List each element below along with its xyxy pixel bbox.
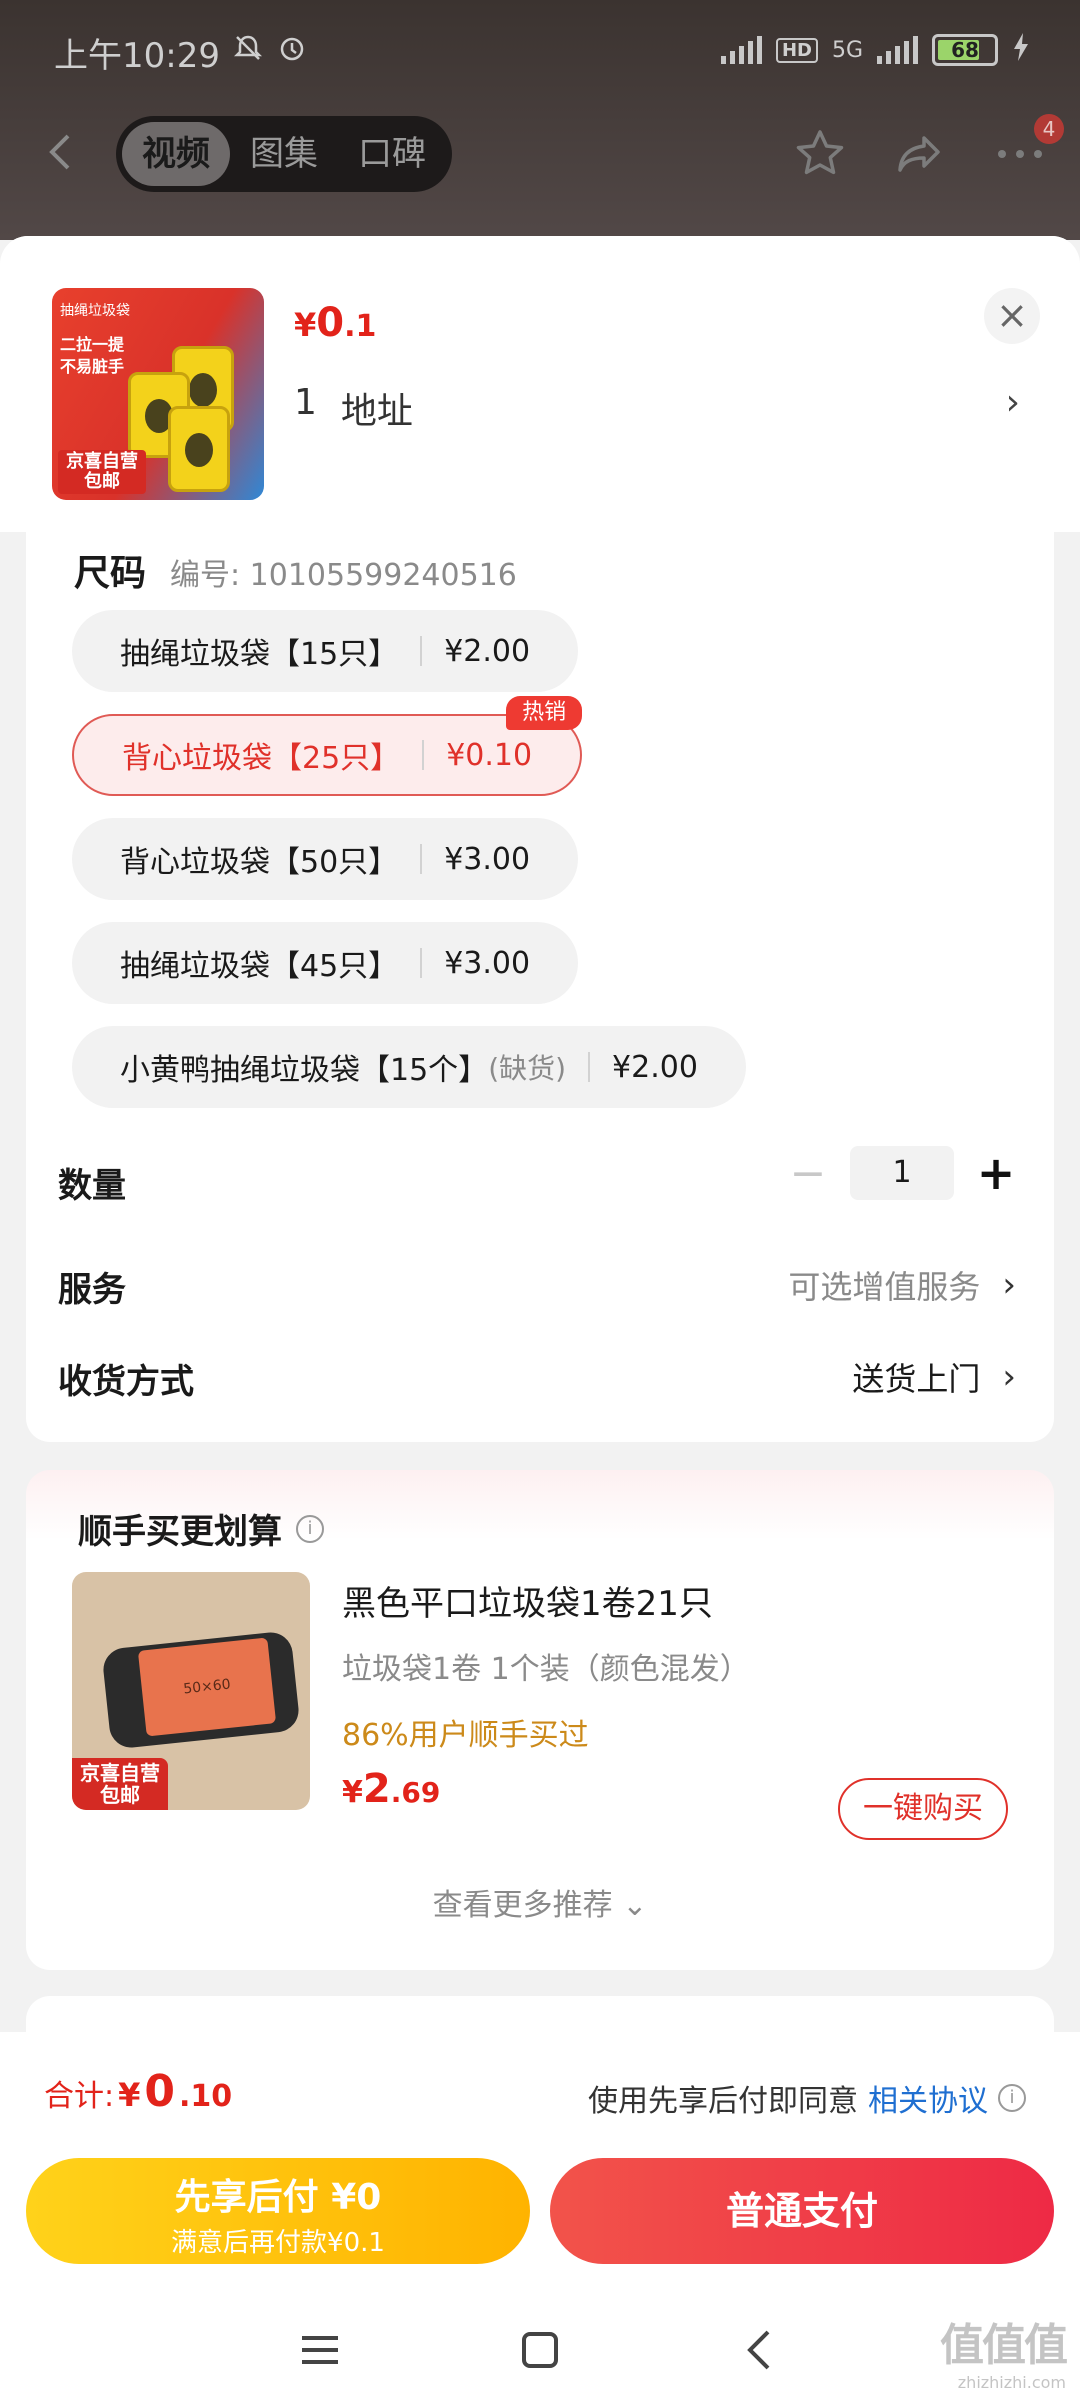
- signal-icon: [720, 36, 762, 64]
- delivery-value: 送货上门: [852, 1360, 981, 1398]
- chevron-right-icon[interactable]: ›: [1006, 382, 1020, 423]
- notification-badge: 4: [1034, 114, 1064, 144]
- background-page: 上午10:29 HD 5G 68 视频 图集 口碑 4: [0, 0, 1080, 240]
- chevron-down-icon: ⌄: [622, 1888, 648, 1923]
- sku-name: 背心垃圾袋【50只】: [120, 845, 399, 880]
- spec-card: 尺码 编号: 10105599240516 抽绳垃圾袋【15只】 ¥2.00 背…: [26, 532, 1054, 1442]
- thumb-slogan: 二拉一提 不易脏手: [60, 335, 125, 376]
- reco-product-image[interactable]: 50×60 京喜自营 包邮: [72, 1572, 310, 1810]
- delivery-label: 收货方式: [58, 1362, 194, 1402]
- free-shipping-badge: 京喜自营 包邮: [72, 1758, 168, 1810]
- agreement-link[interactable]: 相关协议: [868, 2076, 988, 2120]
- status-indicators: HD 5G 68: [720, 32, 1030, 68]
- sku-option[interactable]: 抽绳垃圾袋【15只】 ¥2.00: [72, 610, 579, 692]
- info-icon[interactable]: i: [296, 1514, 324, 1543]
- more-menu-icon[interactable]: 4: [990, 114, 1064, 184]
- sku-option[interactable]: 抽绳垃圾袋【45只】 ¥3.00: [72, 922, 579, 1004]
- media-tabs: 视频 图集 口碑: [116, 116, 452, 192]
- favorite-star-icon[interactable]: [790, 124, 850, 184]
- sku-price: ¥2.00: [444, 633, 531, 669]
- sku-name: 抽绳垃圾袋【45只】: [120, 949, 399, 984]
- close-button[interactable]: ×: [984, 288, 1040, 344]
- total-label: 合计:: [44, 2079, 115, 2114]
- sku-price: ¥3.00: [444, 945, 531, 981]
- menu-icon[interactable]: [290, 2320, 350, 2380]
- sku-option-out-of-stock[interactable]: 小黄鸭抽绳垃圾袋【15个】 (缺货) ¥2.00: [72, 1026, 746, 1108]
- service-value: 可选增值服务: [788, 1268, 981, 1306]
- hot-sale-tag: 热销: [506, 696, 583, 730]
- service-selector[interactable]: 可选增值服务 ›: [788, 1262, 1016, 1308]
- info-icon[interactable]: i: [998, 2084, 1026, 2112]
- order-total: 合计: ¥0.10: [44, 2066, 233, 2117]
- chevron-right-icon: ›: [1002, 1265, 1016, 1305]
- address-count: 1: [294, 382, 317, 423]
- reco-header: 顺手买更划算 i: [78, 1504, 324, 1553]
- quantity-increase-button[interactable]: +: [976, 1146, 1016, 1200]
- sku-option-selected[interactable]: 背心垃圾袋【25只】 ¥0.10 热销: [72, 696, 583, 796]
- sku-name: 小黄鸭抽绳垃圾袋【15个】: [120, 1053, 489, 1088]
- normal-pay-button[interactable]: 普通支付: [550, 2158, 1054, 2264]
- product-code: 编号: 10105599240516: [170, 558, 517, 593]
- battery-icon: 68: [932, 34, 998, 66]
- signal-5g-icon: [877, 36, 918, 64]
- back-button[interactable]: [40, 122, 100, 186]
- sku-option[interactable]: 背心垃圾袋【50只】 ¥3.00: [72, 818, 579, 900]
- site-watermark: 值值值 zhizhizhi.com: [940, 2320, 1068, 2392]
- address-selector[interactable]: 1 地址: [294, 382, 1034, 434]
- agreement-text: 使用先享后付即同意: [588, 2084, 858, 2119]
- back-icon[interactable]: [730, 2320, 790, 2380]
- pay-later-button[interactable]: 先享后付 ¥0 满意后再付款¥0.1: [26, 2158, 530, 2264]
- status-bar: 上午10:29 HD 5G 68: [0, 0, 1080, 100]
- reco-buyer-stat: 86%用户顺手买过: [342, 1718, 589, 1753]
- trash-bag-roll-image: [168, 406, 230, 492]
- network-type: 5G: [831, 37, 863, 63]
- selected-price: ¥0.1: [294, 300, 377, 346]
- clock: 上午10:29: [54, 36, 220, 76]
- quantity-label: 数量: [58, 1166, 126, 1206]
- sku-price: ¥2.00: [612, 1049, 698, 1085]
- free-shipping-badge: 京喜自营 包邮: [58, 450, 146, 494]
- checkout-bar: 合计: ¥0.10 使用先享后付即同意 相关协议 i 先享后付 ¥0 满意后再付款…: [0, 2032, 1080, 2400]
- quantity-stepper: − 1 +: [788, 1146, 1016, 1200]
- hd-badge: HD: [775, 37, 818, 63]
- address-label: 地址: [340, 391, 413, 432]
- quantity-decrease-button[interactable]: −: [788, 1148, 828, 1199]
- sku-stock-status: (缺货): [488, 1052, 567, 1085]
- reco-product-name[interactable]: 黑色平口垃圾袋1卷21只: [342, 1576, 713, 1625]
- share-icon[interactable]: [890, 124, 950, 184]
- alarm-icon: [276, 32, 308, 73]
- agreement-notice: 使用先享后付即同意 相关协议 i: [588, 2076, 1026, 2120]
- chevron-right-icon: ›: [1002, 1357, 1016, 1397]
- one-click-buy-button[interactable]: 一键购买: [838, 1778, 1008, 1840]
- tab-reviews[interactable]: 口碑: [338, 122, 446, 186]
- more-recommendations-link[interactable]: 查看更多推荐 ⌄: [26, 1880, 1054, 1924]
- home-icon[interactable]: [510, 2320, 570, 2380]
- reco-title: 顺手买更划算: [78, 1512, 282, 1552]
- system-nav-bar: [0, 2300, 1080, 2400]
- product-nav-bar: 视频 图集 口碑 4: [0, 112, 1080, 198]
- sku-price: ¥0.10: [446, 737, 533, 773]
- product-thumbnail[interactable]: 抽绳垃圾袋 二拉一提 不易脏手 京喜自营 包邮: [52, 288, 264, 500]
- sku-name: 抽绳垃圾袋【15只】: [120, 637, 399, 672]
- delivery-selector[interactable]: 送货上门 ›: [852, 1354, 1016, 1400]
- tab-gallery[interactable]: 图集: [230, 122, 338, 186]
- service-label: 服务: [58, 1270, 126, 1310]
- mute-icon: [232, 32, 264, 73]
- reco-product-spec: 垃圾袋1卷 1个装（颜色混发）: [342, 1652, 750, 1687]
- tab-video[interactable]: 视频: [122, 122, 230, 186]
- nav-actions: 4: [790, 114, 1064, 184]
- charging-icon: [1012, 32, 1030, 68]
- recommendation-card: 顺手买更划算 i 50×60 京喜自营 包邮 黑色平口垃圾袋1卷21只 垃圾袋1卷…: [26, 1470, 1054, 1970]
- sku-name: 背心垃圾袋【25只】: [122, 741, 401, 776]
- sheet-header: 抽绳垃圾袋 二拉一提 不易脏手 京喜自营 包邮 ¥0.1 1 地址 › ×: [0, 236, 1080, 532]
- status-time-group: 上午10:29: [54, 28, 308, 77]
- battery-level: 68: [951, 38, 979, 62]
- reco-price: ¥2.69: [342, 1766, 441, 1812]
- quantity-input[interactable]: 1: [850, 1146, 954, 1200]
- sku-price: ¥3.00: [444, 841, 531, 877]
- spec-title: 尺码: [74, 553, 147, 594]
- thumb-tag: 抽绳垃圾袋: [60, 303, 130, 319]
